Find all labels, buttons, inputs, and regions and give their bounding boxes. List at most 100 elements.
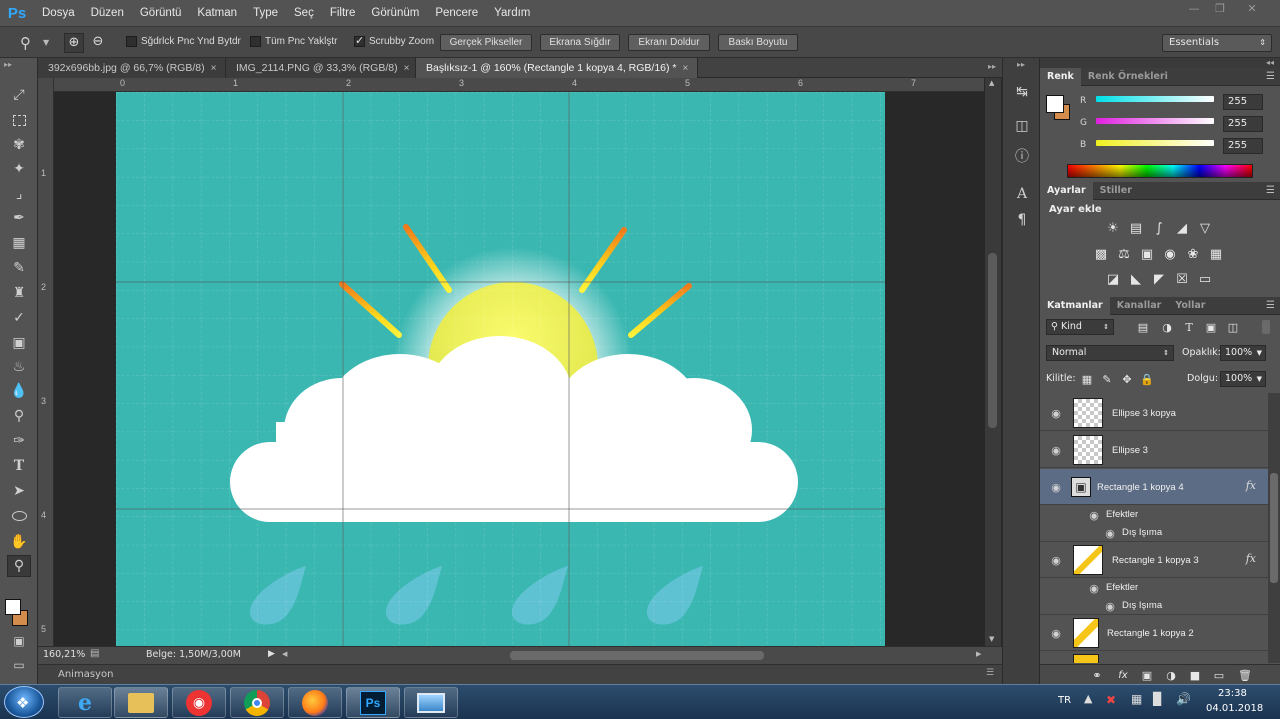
stamp-tool-icon[interactable]: ♜ xyxy=(7,282,31,304)
tabs-overflow-icon[interactable]: ▸▸ xyxy=(988,62,996,71)
language-indicator[interactable]: TR xyxy=(1058,695,1071,706)
color-spectrum[interactable] xyxy=(1067,164,1253,178)
shape-tool-icon[interactable] xyxy=(7,505,31,527)
eyedropper-tool-icon[interactable]: ✒ xyxy=(7,207,31,229)
layer-row[interactable]: ◉ Rectangle 1 kopya 3 fx xyxy=(1040,542,1268,578)
foreground-color-swatch[interactable] xyxy=(5,599,21,615)
panel-menu-icon[interactable]: ☰ xyxy=(1266,185,1275,196)
print-size-button[interactable]: Baskı Boyutu xyxy=(718,34,798,51)
filter-shape-icon[interactable]: ▣ xyxy=(1202,319,1220,335)
history-brush-icon[interactable]: ✓ xyxy=(7,307,31,329)
action-center-icon[interactable]: ✖ xyxy=(1106,693,1116,707)
lock-pixels-icon[interactable]: ✎ xyxy=(1098,371,1116,387)
taskbar-firefox[interactable] xyxy=(288,687,342,718)
start-button[interactable]: ❖ xyxy=(4,686,44,718)
levels-icon[interactable]: ▤ xyxy=(1127,220,1145,236)
tab-doc-2[interactable]: IMG_2114.PNG @ 33,3% (RGB/8) × xyxy=(226,58,416,78)
effect-row[interactable]: ◉ Dış Işıma xyxy=(1040,597,1268,615)
taskbar-photo-viewer[interactable] xyxy=(404,687,458,718)
opacity-field[interactable]: 100% ▼ xyxy=(1220,345,1266,361)
marquee-tool-icon[interactable] xyxy=(7,109,31,131)
tab-doc-3[interactable]: Başlıksız-1 @ 160% (Rectangle 1 kopya 4,… xyxy=(416,58,698,78)
close-tab-icon[interactable]: × xyxy=(211,63,217,74)
add-mask-icon[interactable]: ▣ xyxy=(1138,667,1156,683)
fill-field[interactable]: 100% ▼ xyxy=(1220,371,1266,387)
paint-bucket-icon[interactable]: ♨ xyxy=(7,356,31,378)
quick-mask-icon[interactable]: ▣ xyxy=(7,630,31,652)
resize-windows-option[interactable]: Sğdrlck Pnc Ynd Bytdr xyxy=(126,36,241,47)
scrubby-zoom-option[interactable]: Scrubby Zoom xyxy=(354,34,434,47)
channel-g-slider[interactable] xyxy=(1096,118,1214,124)
tab-styles[interactable]: Stiller xyxy=(1093,182,1139,200)
chevron-down-icon[interactable]: ▼ xyxy=(43,38,49,47)
taskbar-chrome[interactable] xyxy=(230,687,284,718)
effects-row[interactable]: ◉ Efektler xyxy=(1040,506,1268,524)
layer-row-selected[interactable]: ◉ ▣ Rectangle 1 kopya 4 fx xyxy=(1040,469,1268,505)
collapse-icon[interactable]: ▸▸ xyxy=(1017,60,1025,69)
hue-saturation-icon[interactable]: ▩ xyxy=(1092,246,1110,262)
scroll-right-icon[interactable]: ▶ xyxy=(976,650,981,658)
filter-toggle[interactable] xyxy=(1262,320,1270,334)
threshold-icon[interactable]: ◤ xyxy=(1150,271,1168,287)
gradient-map-icon[interactable]: ▭ xyxy=(1196,271,1214,287)
type-tool-icon[interactable]: T xyxy=(7,455,31,477)
zoom-tool-active-icon[interactable]: ⚲ xyxy=(7,555,31,577)
eye-icon[interactable]: ◉ xyxy=(1050,554,1062,567)
tray-app-icon[interactable]: ▦ xyxy=(1131,692,1142,706)
new-layer-icon[interactable]: ▭ xyxy=(1210,667,1228,683)
menu-layer[interactable]: Katman xyxy=(189,7,245,19)
status-menu-icon[interactable]: ▶ xyxy=(268,649,275,659)
layer-row[interactable]: ◉ Ellipse 3 xyxy=(1040,432,1268,468)
eye-icon[interactable]: ◉ xyxy=(1050,481,1062,494)
scroll-up-icon[interactable]: ▲ xyxy=(989,79,994,87)
vibrance-icon[interactable]: ▽ xyxy=(1196,220,1214,236)
horizontal-scroll-thumb[interactable] xyxy=(510,651,764,660)
network-icon[interactable]: ▉ xyxy=(1153,692,1162,706)
zoom-tool-icon[interactable]: ⚲ xyxy=(20,34,31,52)
menu-file[interactable]: Dosya xyxy=(34,7,83,19)
collapse-icon[interactable]: ▸▸ xyxy=(4,60,12,69)
layers-scrollbar[interactable] xyxy=(1268,393,1280,663)
healing-tool-icon[interactable]: ▦ xyxy=(7,232,31,254)
info-icon[interactable]: ⓘ xyxy=(1012,146,1032,166)
tray-arrow-icon[interactable]: ▲ xyxy=(1084,692,1092,705)
effects-icon[interactable]: fx xyxy=(1246,479,1256,492)
filter-adjust-icon[interactable]: ◑ xyxy=(1158,319,1176,335)
zoom-out-icon[interactable]: ⊖ xyxy=(88,33,108,53)
brush-tool-icon[interactable]: ✎ xyxy=(7,257,31,279)
invert-icon[interactable]: ◪ xyxy=(1104,271,1122,287)
channel-g-value[interactable]: 255 xyxy=(1223,116,1263,132)
menu-image[interactable]: Görüntü xyxy=(132,7,190,19)
panel-menu-icon[interactable]: ☰ xyxy=(1266,300,1275,311)
color-balance-icon[interactable]: ⚖ xyxy=(1115,246,1133,262)
eye-icon[interactable]: ◉ xyxy=(1050,444,1062,457)
hand-tool-icon[interactable]: ✋ xyxy=(7,531,31,553)
menu-window[interactable]: Pencere xyxy=(427,7,486,19)
restore-icon[interactable]: ❐ xyxy=(1208,2,1232,16)
selective-color-icon[interactable]: ☒ xyxy=(1173,271,1191,287)
channel-r-value[interactable]: 255 xyxy=(1223,94,1263,110)
clock-date[interactable]: 04.01.2018 xyxy=(1206,703,1263,714)
minimize-icon[interactable]: — xyxy=(1182,2,1206,16)
workspace-select[interactable]: Essentials ⇕ xyxy=(1162,34,1272,52)
tab-channels[interactable]: Kanallar xyxy=(1110,297,1169,315)
panel-menu-icon[interactable]: ☰ xyxy=(1266,71,1275,82)
taskbar-explorer[interactable] xyxy=(114,687,168,718)
path-select-icon[interactable]: ➤ xyxy=(7,480,31,502)
eye-icon[interactable]: ◉ xyxy=(1088,509,1100,522)
zoom-in-icon[interactable]: ⊕ xyxy=(64,33,84,53)
character-icon[interactable]: A xyxy=(1012,184,1032,204)
pen-tool-icon[interactable]: ✑ xyxy=(7,430,31,452)
brightness-icon[interactable]: ☀ xyxy=(1104,220,1122,236)
zoom-level[interactable]: 160,21% xyxy=(43,649,85,660)
exposure-icon[interactable]: ◢ xyxy=(1173,220,1191,236)
color-lookup-icon[interactable]: ▦ xyxy=(1207,246,1225,262)
effect-row[interactable]: ◉ Dış Işıma xyxy=(1040,524,1268,542)
share-icon[interactable]: ▤ xyxy=(90,648,99,659)
vertical-scrollbar[interactable]: ▲ ▼ xyxy=(985,78,1001,646)
dodge-tool-icon[interactable]: ⚲ xyxy=(7,405,31,427)
menu-edit[interactable]: Düzen xyxy=(83,7,132,19)
close-window-icon[interactable]: ✕ xyxy=(1240,2,1264,16)
panel-menu-icon[interactable]: ☰ xyxy=(986,668,994,678)
fit-screen-button[interactable]: Ekrana Sığdır xyxy=(540,34,620,51)
